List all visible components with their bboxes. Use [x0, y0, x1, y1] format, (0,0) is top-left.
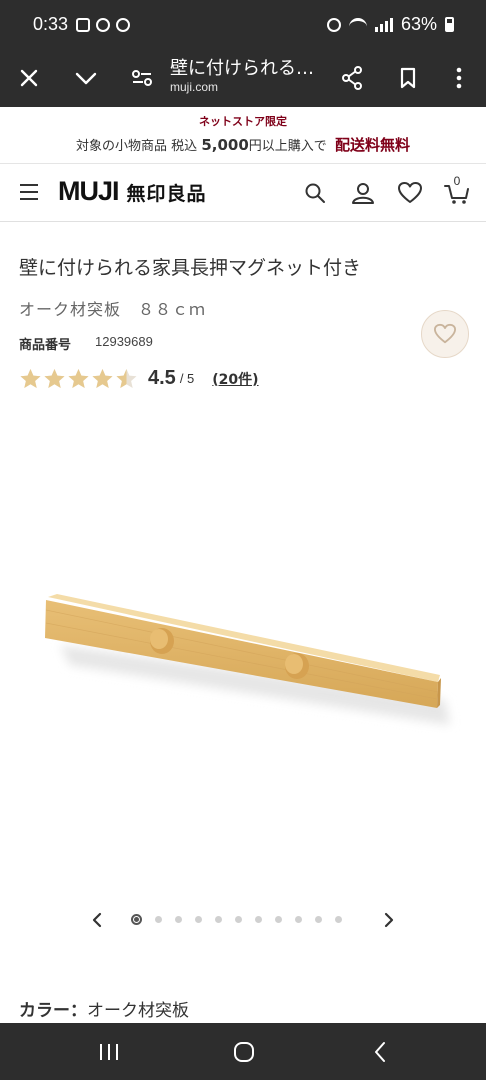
image-carousel — [0, 903, 486, 937]
promo-label: ネットストア限定 — [199, 115, 287, 128]
search-icon — [305, 183, 325, 203]
promo-highlight: 配送料無料 — [334, 136, 410, 154]
status-bar: 0:33 63% — [0, 0, 486, 52]
carousel-dot[interactable] — [315, 916, 322, 923]
tune-icon — [132, 70, 152, 86]
add-to-favorites-button[interactable] — [421, 310, 469, 358]
carousel-dot[interactable] — [215, 916, 222, 923]
notification-icons — [76, 18, 130, 32]
product-title: 壁に付けられる家具長押マグネット付き — [19, 257, 362, 279]
account-icon — [352, 183, 374, 204]
cart-count: 0 — [453, 174, 461, 188]
back-button[interactable] — [360, 1037, 400, 1067]
recents-button[interactable] — [89, 1037, 129, 1067]
minimize-button[interactable] — [66, 58, 106, 98]
product-variant: オーク材突板 ８８ｃｍ — [19, 300, 207, 319]
carousel-dot[interactable] — [235, 916, 242, 923]
product-image[interactable] — [0, 410, 486, 900]
product-number-value: 12939689 — [95, 334, 153, 349]
rating-star-icon — [116, 368, 137, 388]
heart-icon — [398, 182, 422, 203]
rating-value: 4.5 — [148, 367, 176, 389]
logo-kanji: 無印良品 — [126, 183, 207, 205]
site-header: MUJI 無印良品 0 — [0, 164, 486, 222]
account-button[interactable] — [348, 178, 378, 208]
carousel-prev-button[interactable] — [84, 907, 110, 933]
home-button[interactable] — [224, 1037, 264, 1067]
carousel-dot[interactable] — [155, 916, 162, 923]
favorites-button[interactable] — [395, 178, 425, 208]
rating-star-icon — [68, 368, 89, 388]
product-number-row: 商品番号 12939689 — [19, 334, 153, 353]
close-icon — [20, 69, 38, 87]
product-photo — [45, 594, 450, 725]
wifi-icon — [348, 17, 367, 32]
chevron-left-icon — [92, 912, 102, 928]
system-icons: 63% — [326, 14, 454, 35]
more-options-button[interactable] — [439, 58, 479, 98]
back-icon — [375, 1042, 385, 1062]
system-navigation-bar — [0, 1023, 486, 1080]
bookmark-icon — [400, 67, 416, 89]
share-icon — [342, 66, 362, 90]
menu-icon[interactable] — [20, 184, 38, 200]
alarm-icon — [326, 17, 341, 32]
battery-icon — [445, 17, 454, 32]
promo-text: 対象の小物商品 税込 5,000円以上購入で 配送料無料 — [0, 134, 486, 155]
review-count-link[interactable]: (20件) — [212, 369, 258, 389]
gallery-icon — [76, 18, 90, 32]
shipping-promo-banner[interactable]: ネットストア限定 対象の小物商品 税込 5,000円以上購入で 配送料無料 — [0, 107, 486, 164]
search-button[interactable] — [300, 178, 330, 208]
muji-logo[interactable]: MUJI 無印良品 — [58, 176, 207, 207]
promo-amount: 5,000 — [201, 136, 249, 154]
rating-max: / 5 — [179, 371, 195, 386]
close-tab-button[interactable] — [9, 58, 49, 98]
color-option-row: カラー：オーク材突板 — [19, 996, 189, 1021]
share-button[interactable] — [332, 58, 372, 98]
carousel-dot[interactable] — [275, 916, 282, 923]
chevron-down-icon — [75, 72, 97, 85]
cart-button[interactable]: 0 — [442, 174, 472, 208]
more-vert-icon — [456, 67, 462, 89]
rating-stars — [19, 368, 138, 390]
recents-icon — [100, 1044, 118, 1060]
product-number-label: 商品番号 — [19, 338, 72, 353]
battery-percent: 63% — [400, 14, 437, 34]
app-notification-icon — [116, 18, 130, 32]
color-value: オーク材突板 — [87, 1001, 189, 1021]
status-time: 0:33 — [33, 14, 69, 34]
carousel-next-button[interactable] — [376, 907, 402, 933]
promo-prefix: 対象の小物商品 税込 — [76, 139, 198, 154]
page-title[interactable]: 壁に付けられる… — [170, 54, 314, 80]
carousel-dot[interactable] — [335, 916, 342, 923]
rating-star-icon — [92, 368, 113, 388]
carousel-dots — [131, 914, 342, 925]
carousel-dot[interactable] — [175, 916, 182, 923]
rating-star-icon — [20, 368, 41, 388]
heart-icon — [433, 323, 456, 344]
carousel-dot[interactable] — [195, 916, 202, 923]
rating-row: 4.5 / 5 (20件) — [19, 367, 259, 390]
page-info-button[interactable] — [122, 58, 162, 98]
carousel-dot[interactable] — [255, 916, 262, 923]
chevron-right-icon — [384, 912, 394, 928]
bookmark-button[interactable] — [388, 58, 428, 98]
carousel-dot[interactable] — [295, 916, 302, 923]
browser-toolbar: 壁に付けられる… muji.com — [0, 52, 486, 107]
chrome-icon — [96, 18, 110, 32]
page-url[interactable]: muji.com — [170, 80, 218, 94]
signal-icon — [374, 17, 393, 32]
home-icon — [234, 1042, 254, 1062]
logo-latin: MUJI — [58, 176, 120, 206]
color-label: カラー： — [19, 1001, 87, 1021]
carousel-dot[interactable] — [131, 914, 142, 925]
promo-suffix: 円以上購入で — [248, 139, 327, 154]
rating-star-icon — [44, 368, 65, 388]
